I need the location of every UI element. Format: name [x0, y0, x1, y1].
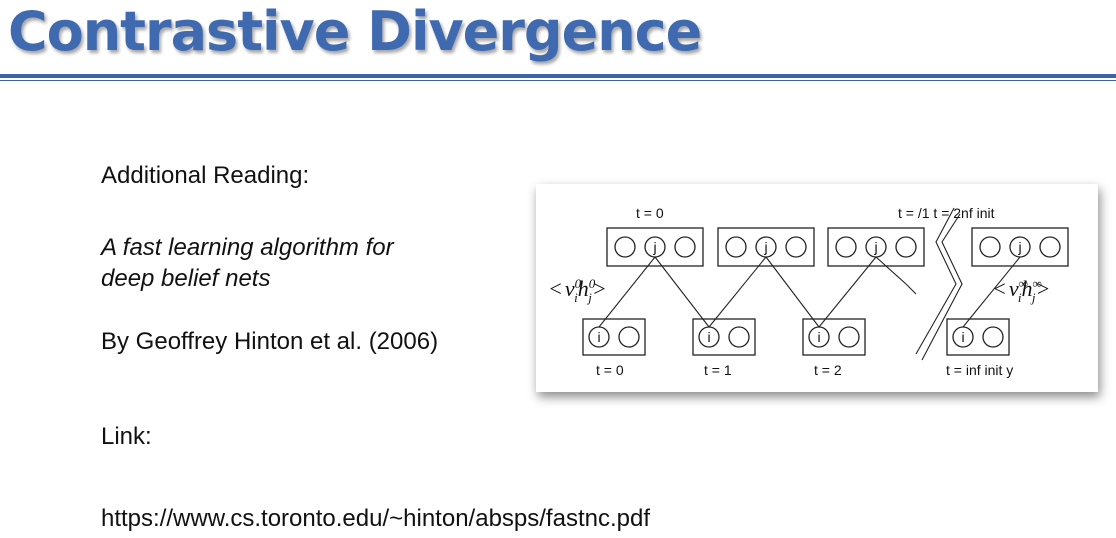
unit-circles: [588, 236, 1061, 348]
link-label: Link:: [101, 423, 152, 450]
correlation-model-term: <v∞ ih∞ j>: [992, 276, 1050, 305]
title-underline: [0, 74, 1116, 78]
hidden-unit-j-1: j: [763, 239, 767, 255]
label-tinf-bottom: t = inf init y: [946, 362, 1013, 378]
correlation-data-term: <v0 ih0 j>: [548, 276, 607, 305]
label-t0-bottom: t = 0: [596, 362, 624, 378]
hidden-unit-j-inf: j: [1017, 239, 1021, 255]
paper-title-line-2: deep belief nets: [101, 265, 271, 292]
hidden-unit-j-2: j: [873, 239, 877, 255]
gibbs-connections: [598, 256, 1021, 328]
paper-link[interactable]: https://www.cs.toronto.edu/~hinton/absps…: [101, 503, 650, 534]
visible-unit-i-0: i: [597, 329, 600, 345]
visible-unit-i-1: i: [707, 329, 710, 345]
visible-unit-i-inf: i: [961, 329, 964, 345]
paper-byline: By Geoffrey Hinton et al. (2006): [101, 328, 439, 355]
hidden-unit-j-0: j: [652, 239, 656, 255]
paper-title-line-1: A fast learning algorithm for: [101, 234, 394, 261]
label-tinf-top: t = /1 t = 2nf init: [898, 205, 995, 221]
additional-reading-label: Additional Reading:: [101, 162, 310, 189]
gibbs-chain-diagram: t = 0 t = /1 t = 2nf init j j j j i i i …: [548, 205, 1069, 378]
visible-unit-i-2: i: [817, 329, 820, 345]
contrastive-divergence-figure: t = 0 t = /1 t = 2nf init j j j j i i i …: [536, 184, 1098, 392]
label-t2-bottom: t = 2: [814, 362, 842, 378]
label-t0-top: t = 0: [636, 205, 664, 221]
slide-title: Contrastive Divergence: [8, 0, 702, 63]
label-t1-bottom: t = 1: [704, 362, 732, 378]
title-underline-thin: [0, 80, 1116, 81]
